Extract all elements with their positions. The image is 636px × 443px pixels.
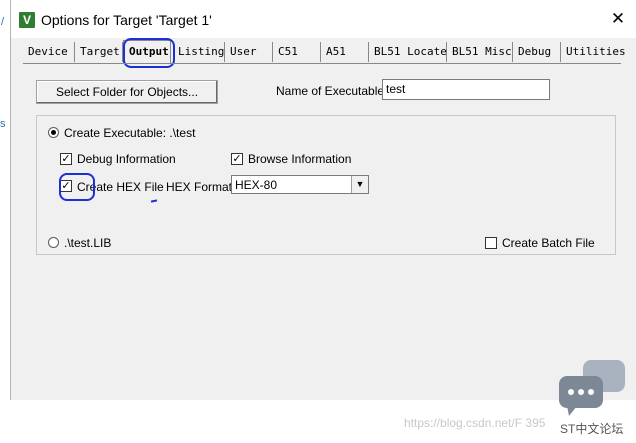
- name-of-executable-label: Name of Executable:: [276, 84, 388, 98]
- watermark-url: https://blog.csdn.net/F 395: [404, 416, 546, 430]
- tab-utilities[interactable]: Utilities: [561, 42, 626, 62]
- hex-format-value: HEX-80: [235, 178, 278, 192]
- create-library-label: .\test.LIB: [64, 236, 112, 250]
- title-bar: V Options for Target 'Target 1' ✕: [11, 0, 636, 38]
- tab-target[interactable]: Target: [75, 42, 123, 62]
- dialog-title: Options for Target 'Target 1': [41, 12, 212, 28]
- tab-c51[interactable]: C51: [273, 42, 321, 62]
- debug-information-checkbox[interactable]: ✓: [60, 153, 72, 165]
- create-hex-file-label: Create HEX File: [77, 180, 164, 194]
- tab-device[interactable]: Device: [23, 42, 75, 62]
- name-of-executable-input[interactable]: test: [382, 79, 550, 100]
- tab-bl51-locate[interactable]: BL51 Locate: [369, 42, 447, 62]
- create-executable-label: Create Executable: .\test: [64, 126, 196, 140]
- tab-listing[interactable]: Listing: [173, 42, 225, 62]
- options-dialog: V Options for Target 'Target 1' ✕ Device…: [10, 0, 636, 400]
- hex-format-label: HEX Format:: [166, 180, 236, 194]
- select-folder-button[interactable]: Select Folder for Objects...: [36, 80, 218, 104]
- create-executable-radio[interactable]: [48, 127, 59, 138]
- create-hex-file-checkbox[interactable]: ✓: [60, 180, 72, 192]
- browse-information-checkbox[interactable]: ✓: [231, 153, 243, 165]
- chevron-down-icon[interactable]: ▼: [351, 176, 368, 193]
- tab-output[interactable]: Output: [123, 40, 171, 64]
- debug-information-label: Debug Information: [77, 152, 176, 166]
- create-batch-file-checkbox[interactable]: [485, 237, 497, 249]
- radio-selected-dot: [51, 130, 56, 135]
- keil-app-icon: V: [19, 12, 35, 28]
- hex-format-select[interactable]: HEX-80 ▼: [231, 175, 369, 194]
- tab-panel-border: [23, 63, 621, 64]
- close-button[interactable]: ✕: [607, 8, 629, 30]
- chat-bubble-icon: [559, 360, 625, 416]
- create-library-radio[interactable]: [48, 237, 59, 248]
- tab-a51[interactable]: A51: [321, 42, 369, 62]
- tab-user[interactable]: User: [225, 42, 273, 62]
- create-batch-file-label: Create Batch File: [502, 236, 595, 250]
- browse-information-label: Browse Information: [248, 152, 352, 166]
- watermark-brand: ST中文论坛: [560, 422, 624, 436]
- tab-bl51-misc[interactable]: BL51 Misc: [447, 42, 513, 62]
- tab-debug[interactable]: Debug: [513, 42, 561, 62]
